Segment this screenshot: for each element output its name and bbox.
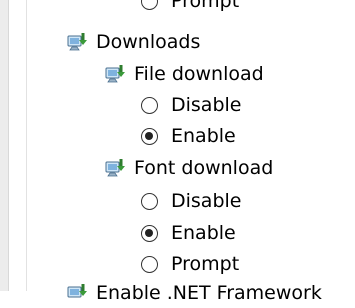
settings-download-icon	[104, 62, 128, 86]
radio-option-prompt-top[interactable]: Prompt	[141, 0, 239, 16]
radio-option-file-disable[interactable]: Disable	[141, 90, 241, 120]
radio-label: Disable	[171, 190, 242, 212]
tree-item-downloads[interactable]: Downloads	[66, 27, 200, 57]
tree-item-next-partial[interactable]: Enable .NET Framework	[66, 278, 322, 308]
radio-option-font-disable[interactable]: Disable	[141, 186, 241, 216]
tree-item-label: Font download	[134, 157, 274, 179]
settings-download-icon	[66, 30, 90, 54]
radio-button[interactable]	[141, 96, 158, 114]
tree-item-font-download[interactable]: Font download	[104, 153, 273, 183]
tree-item-file-download[interactable]: File download	[104, 59, 264, 89]
tree-item-label: File download	[134, 63, 264, 85]
tree-item-label: Downloads	[96, 31, 201, 53]
radio-button-selected[interactable]	[141, 127, 158, 145]
radio-option-file-enable[interactable]: Enable	[141, 121, 236, 151]
radio-button[interactable]	[141, 255, 158, 273]
radio-option-font-enable[interactable]: Enable	[141, 218, 236, 248]
radio-label: Prompt	[171, 0, 240, 12]
radio-label: Disable	[171, 94, 242, 116]
radio-button-selected[interactable]	[141, 224, 158, 242]
settings-download-icon	[66, 281, 90, 305]
radio-button[interactable]	[141, 0, 158, 10]
radio-label: Prompt	[171, 253, 240, 275]
radio-label: Enable	[171, 125, 236, 147]
radio-option-font-prompt[interactable]: Prompt	[141, 249, 239, 279]
tree-item-label: Enable .NET Framework	[96, 282, 322, 304]
security-settings-tree: Prompt Downloads File download Disable E…	[0, 0, 355, 304]
radio-button[interactable]	[141, 192, 158, 210]
radio-label: Enable	[171, 222, 236, 244]
settings-download-icon	[104, 156, 128, 180]
